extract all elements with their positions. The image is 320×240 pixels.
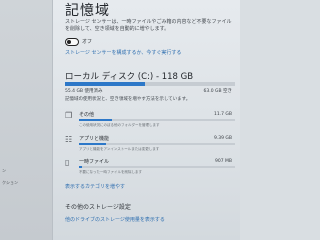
drive-usage-fill: [65, 82, 145, 86]
drive-title: ローカル ディスク (C:) - 118 GB: [65, 72, 194, 82]
configure-storage-sense-link[interactable]: ストレージ センサーを構成するか、今すぐ実行する: [65, 49, 181, 56]
category-bar: [79, 166, 235, 168]
toggle-knob: [67, 40, 71, 44]
category-bar: [79, 119, 235, 121]
settings-nav-pane: ン クション: [0, 0, 53, 240]
usage-info-text: 記憶域の使用状況と、空き領域を増やす方法を示しています。: [65, 97, 191, 102]
storage-sense-description: ストレージ センサーは、一時ファイルやごみ箱の内容など不要なファイルを削除して、…: [65, 19, 232, 32]
category-name[interactable]: その他: [79, 111, 94, 118]
used-space-text: 55.4 GB 使用済み: [65, 89, 103, 94]
show-more-categories-link[interactable]: 表示するカテゴリを増やす: [65, 183, 125, 190]
category-name[interactable]: 一時ファイル: [79, 158, 109, 165]
free-space-text: 63.0 GB 空き: [203, 89, 232, 94]
page-title: 記憶域: [65, 3, 110, 19]
category-name[interactable]: アプリと機能: [79, 135, 109, 142]
category-description: アプリと機能をアンインストールまたは変更します: [79, 147, 160, 151]
category-bar-fill: [79, 143, 106, 145]
category-description: この使用状況にのぼる他のフォルダーを管理します: [79, 123, 160, 127]
other-drives-usage-link[interactable]: 他のドライブのストレージ使用量を表示する: [65, 216, 165, 223]
category-bar-fill: [79, 119, 112, 121]
trash-icon: ▯: [65, 158, 70, 167]
nav-item[interactable]: ン: [2, 168, 6, 174]
category-size: 11.7 GB: [213, 112, 232, 117]
category-bar-fill: [79, 166, 83, 168]
apps-icon: ☷: [65, 135, 73, 144]
settings-window: ン クション 記憶域 ストレージ センサーは、一時ファイルやごみ箱の内容など不要…: [0, 0, 240, 240]
category-size: 907 MB: [215, 159, 232, 164]
category-size: 9.39 GB: [213, 136, 232, 141]
category-bar: [79, 143, 235, 145]
nav-item[interactable]: クション: [2, 180, 18, 186]
category-description: 不要になった一時ファイルを削除します: [79, 170, 142, 174]
toggle-state-label: オフ: [82, 39, 93, 45]
storage-settings-panel: 記憶域 ストレージ センサーは、一時ファイルやごみ箱の内容など不要なファイルを削…: [53, 0, 240, 240]
folder-icon: ❒: [65, 111, 73, 120]
storage-sense-toggle[interactable]: [65, 38, 79, 46]
other-storage-settings-heading: その他のストレージ設定: [65, 204, 131, 211]
drive-usage-bar: [65, 82, 235, 86]
